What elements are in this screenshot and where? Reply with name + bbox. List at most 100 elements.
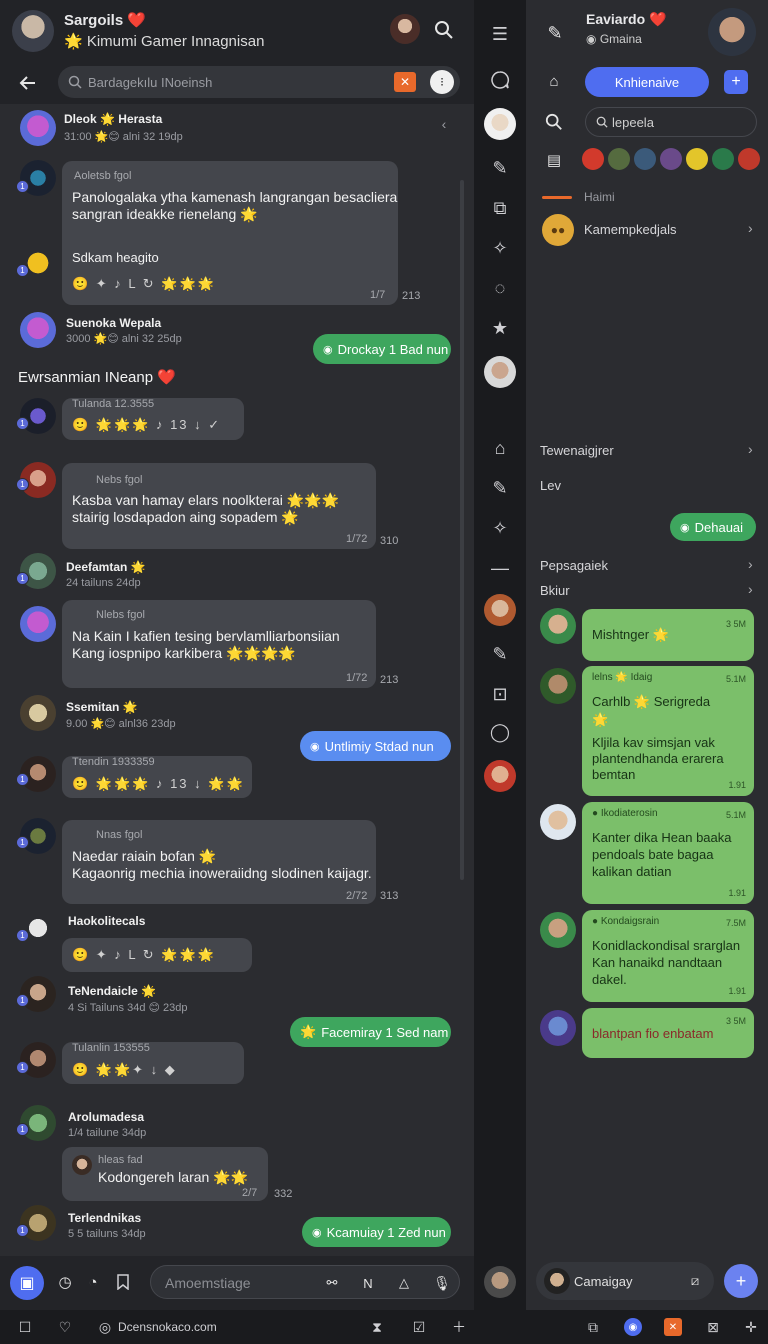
reaction-row[interactable]: 🙂 🌟🌟✦ ↓ ◆ xyxy=(72,1062,177,1078)
chevron-left-icon[interactable]: ‹ xyxy=(436,116,452,132)
link-icon[interactable]: ⚯ xyxy=(323,1274,341,1292)
reaction-row[interactable]: 🙂 🌟🌟🌟 ♪ 13 ↓ ✓ xyxy=(72,417,221,433)
avatar[interactable] xyxy=(20,312,56,348)
app-badge-icon[interactable]: ◉ xyxy=(624,1318,642,1336)
sent-pill[interactable]: ◉ Untlimiy Stdad nun xyxy=(300,731,451,761)
avatar[interactable] xyxy=(20,695,56,731)
avatar[interactable] xyxy=(484,356,516,388)
avatar[interactable] xyxy=(540,912,576,948)
message-icon[interactable]: ▤ xyxy=(544,150,564,170)
app-icon[interactable]: ▣ xyxy=(10,1266,44,1300)
avatar[interactable] xyxy=(540,608,576,644)
story-avatar[interactable] xyxy=(634,148,656,170)
crop-icon[interactable]: ⧗ xyxy=(368,1318,386,1336)
avatar[interactable] xyxy=(484,1266,516,1298)
chat-icon[interactable] xyxy=(488,68,512,92)
globe-icon[interactable]: ◎ xyxy=(96,1318,114,1336)
message-bubble[interactable]: Tulanlin 153555 🙂 🌟🌟✦ ↓ ◆ xyxy=(62,1042,244,1084)
story-avatar[interactable] xyxy=(686,148,708,170)
lock-icon[interactable]: ⌂ xyxy=(544,71,564,91)
side-search-input[interactable]: lepeela xyxy=(585,107,757,137)
message-bubble[interactable]: Nlebs fgol Na Kain I kafien tesing bervl… xyxy=(62,600,376,688)
avatar[interactable] xyxy=(484,594,516,626)
tools-icon[interactable]: ✧ xyxy=(488,516,512,540)
plus-icon[interactable]: ＋ xyxy=(450,1318,468,1336)
code-icon[interactable]: ⊡ xyxy=(488,682,512,706)
chat-icon[interactable]: ◯ xyxy=(488,720,512,744)
microphone-icon[interactable]: 🎙 xyxy=(433,1274,451,1292)
avatar[interactable] xyxy=(20,110,56,146)
compass-icon[interactable]: ✛ xyxy=(742,1318,760,1336)
list-row[interactable]: Lev xyxy=(540,478,561,493)
message-card[interactable]: ● Ikodiaterosin 5.1M Kanter dika Hean ba… xyxy=(582,802,754,904)
scrollbar[interactable] xyxy=(460,180,464,880)
avatar[interactable] xyxy=(540,668,576,704)
message-bubble[interactable]: hleas fad Kodongereh laran 🌟🌟 2/7 xyxy=(62,1147,268,1201)
pin-icon[interactable]: ✎ xyxy=(488,642,512,666)
heart-icon[interactable]: ♡ xyxy=(56,1318,74,1336)
send-button[interactable]: + xyxy=(724,1264,758,1298)
list-row[interactable]: Tewenaigjrer xyxy=(540,443,614,458)
message-bubble[interactable]: Tulanda 12.3555 🙂 🌟🌟🌟 ♪ 13 ↓ ✓ xyxy=(62,398,244,440)
story-avatar[interactable] xyxy=(712,148,734,170)
avatar[interactable] xyxy=(484,108,516,140)
pin-icon[interactable]: ✎ xyxy=(488,156,512,180)
list-row[interactable]: Pepsagaiek xyxy=(540,558,608,573)
message-card[interactable]: ● Kondaigsrain 7.5M Konidlackondisal sra… xyxy=(582,910,754,1002)
check-box-icon[interactable]: ☑ xyxy=(410,1318,428,1336)
refresh-icon[interactable]: ◌ xyxy=(488,276,512,300)
terminal-icon[interactable]: ⊠ xyxy=(704,1318,722,1336)
story-avatar[interactable] xyxy=(608,148,630,170)
status-pill[interactable]: ◉ Dehauai xyxy=(670,513,756,541)
list-row[interactable]: Bkiur xyxy=(540,583,570,598)
user-avatar[interactable] xyxy=(12,10,54,52)
message-bubble[interactable]: Aoletsb fgol Panologalaka ytha kamenash … xyxy=(62,161,398,305)
message-bubble[interactable]: Nebs fgol Kasba van hamay elars noolkter… xyxy=(62,463,376,549)
export-icon[interactable]: ⧉ xyxy=(488,196,512,220)
image-icon[interactable]: ⧄ xyxy=(686,1272,704,1290)
sent-pill[interactable]: 🌟 Facemiray 1 Sed nam xyxy=(290,1017,451,1047)
bookmark-icon[interactable] xyxy=(114,1273,132,1291)
story-avatar[interactable] xyxy=(738,148,760,170)
triangle-icon[interactable]: △ xyxy=(395,1274,413,1292)
filter-icon[interactable]: ✕ xyxy=(394,72,416,92)
square-icon[interactable]: ☐ xyxy=(16,1318,34,1336)
message-bubble[interactable]: Nnas fgol Naedar raiain bofan 🌟 Kagaonri… xyxy=(62,820,376,904)
message-input[interactable]: Amoemstiage ⚯ N △ 🎙 xyxy=(150,1265,460,1299)
clock-icon[interactable]: ◷ xyxy=(56,1273,74,1291)
chevron-right-icon[interactable]: › xyxy=(748,441,753,457)
search-icon[interactable] xyxy=(544,112,564,132)
message-card[interactable]: Mishtnger 🌟 3 5M xyxy=(582,609,754,661)
primary-button[interactable]: Knhienaive xyxy=(585,67,709,97)
profile-avatar[interactable] xyxy=(708,8,756,56)
story-avatar[interactable] xyxy=(582,148,604,170)
sent-pill[interactable]: ◉ Kcamuiay 1 Zed nun xyxy=(302,1217,451,1247)
avatar[interactable] xyxy=(540,1010,576,1046)
back-arrow-icon[interactable] xyxy=(16,71,40,95)
side-composer[interactable]: Camaigay ⧄ xyxy=(536,1262,714,1300)
menu-icon[interactable]: ☰ xyxy=(488,22,512,46)
export-icon[interactable]: ⧉ xyxy=(584,1318,602,1336)
message-card[interactable]: lelns 🌟 Idaig 5.1M Carhlb 🌟 Serigreda 🌟 … xyxy=(582,666,754,796)
add-icon[interactable]: + xyxy=(724,70,748,94)
chevron-right-icon[interactable]: › xyxy=(748,556,753,572)
sent-pill[interactable]: ◉ Drockay 1 Bad nun xyxy=(313,334,451,364)
avatar[interactable] xyxy=(484,760,516,792)
message-bubble[interactable]: 🙂 ✦ ♪ L ↻ 🌟🌟🌟 xyxy=(62,938,252,972)
contact-avatar[interactable] xyxy=(390,14,420,44)
message-bubble[interactable]: Ttendin 1933359 🙂 🌟🌟🌟 ♪ 13 ↓ 🌟🌟 xyxy=(62,756,252,798)
more-icon[interactable]: ⁝ xyxy=(430,70,454,94)
message-card[interactable]: blantpan fio enbatam 3 5M xyxy=(582,1008,754,1058)
star-icon[interactable]: ★ xyxy=(488,316,512,340)
timer-icon[interactable]: ◔ xyxy=(84,1273,102,1291)
home-icon[interactable]: ⌂ xyxy=(488,436,512,460)
pin-icon[interactable]: ✎ xyxy=(544,22,566,44)
reaction-row[interactable]: 🙂 🌟🌟🌟 ♪ 13 ↓ 🌟🌟 xyxy=(72,776,245,792)
pin-icon[interactable]: ✎ xyxy=(488,476,512,500)
reaction-row[interactable]: 🙂 ✦ ♪ L ↻ 🌟🌟🌟 xyxy=(72,276,216,292)
chevron-right-icon[interactable]: › xyxy=(748,581,753,597)
search-icon[interactable] xyxy=(432,18,456,42)
avatar[interactable] xyxy=(20,606,56,642)
format-icon[interactable]: N xyxy=(359,1274,377,1292)
search-input[interactable]: Bardagekılu INoeinsh ✕ ⁝ xyxy=(58,66,460,98)
